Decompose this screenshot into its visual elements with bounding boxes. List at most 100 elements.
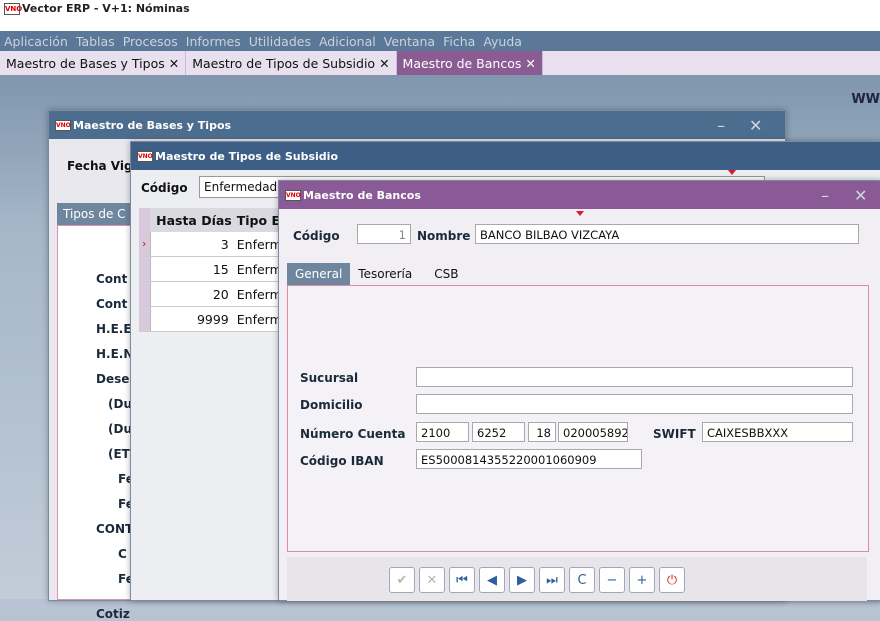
field-label: (Du [108,397,132,411]
menu-adicional[interactable]: Adicional [315,34,380,49]
column-header-tipo[interactable]: Tipo E [232,208,281,232]
cell-tipo[interactable]: Enferm [232,306,281,332]
menu-ventana[interactable]: Ventana [380,34,439,49]
cuenta-dc-field[interactable]: 18 [528,422,556,442]
field-label: CONT [96,522,134,536]
nombre-label: Nombre [417,229,471,243]
menu-ayuda[interactable]: Ayuda [479,34,526,49]
record-toolbar: ✔ ✕ ⏮ ◀ ▶ ⏭ C − + ⏻ [287,557,867,601]
tab-strip: General Tesorería CSB [287,263,466,285]
window-title: Maestro de Bancos [303,189,421,202]
menu-ficha[interactable]: Ficha [439,34,479,49]
cuenta-oficina-field[interactable]: 6252 [472,422,525,442]
cell-hasta-dias[interactable]: 3 [150,232,233,257]
required-marker [728,170,736,175]
sucursal-label: Sucursal [300,371,359,385]
row-selector-icon [139,256,151,282]
next-record-icon[interactable]: ▶ [509,567,535,593]
cell-tipo[interactable]: Enferm [232,256,281,282]
field-label: H.E.E [96,322,132,336]
cell-tipo[interactable]: Enferm [232,281,281,307]
minimize-icon[interactable]: – [821,186,829,205]
window-titlebar: VNO Maestro de Bancos – ✕ [279,181,880,209]
sucursal-field[interactable] [416,367,853,387]
menu-procesos[interactable]: Procesos [119,34,182,49]
doc-tab-tipos-subsidio[interactable]: Maestro de Tipos de Subsidio ✕ [186,51,397,75]
field-label: Dese [96,372,130,386]
menu-tablas[interactable]: Tablas [72,34,119,49]
minimize-icon[interactable]: – [717,116,725,135]
tab-tesoreria[interactable]: Tesorería [350,263,420,285]
domicilio-label: Domicilio [300,398,363,412]
field-label: (ET [108,447,130,461]
app-logo-icon: VNO [285,190,301,201]
cell-hasta-dias[interactable]: 9999 [150,306,233,332]
table-row[interactable]: 9999 Enferm [139,306,281,332]
field-label: Cont [96,272,128,286]
column-header-hasta-dias[interactable]: Hasta Días [150,208,233,232]
required-marker [576,211,584,216]
codigo-label: Código [141,181,188,195]
document-tabs: Maestro de Bases y Tipos ✕ Maestro de Ti… [0,51,880,75]
menu-aplicacion[interactable]: Aplicación [0,34,72,49]
cell-tipo[interactable]: Enferm [232,232,281,257]
table-row[interactable]: 15 Enferm [139,256,281,282]
power-exit-icon[interactable]: ⏻ [659,567,685,593]
menu-informes[interactable]: Informes [182,34,245,49]
row-selector-header [139,208,151,232]
close-icon[interactable]: ✕ [854,186,867,205]
window-titlebar: VNO Maestro de Tipos de Subsidio [131,142,880,170]
tab-panel-general: Sucursal Domicilio Número Cuenta 2100 62… [287,285,869,552]
doc-tab-bancos[interactable]: Maestro de Bancos ✕ [396,51,543,75]
field-label: C [118,547,127,561]
doc-tab-label: Maestro de Tipos de Subsidio [192,55,376,71]
last-record-icon[interactable]: ⏭ [539,567,565,593]
cell-hasta-dias[interactable]: 20 [150,281,233,307]
table-row[interactable]: 20 Enferm [139,281,281,307]
window-titlebar: VNO Maestro de Bases y Tipos – ✕ [49,111,785,139]
app-logo-icon: VNO [4,3,23,15]
tab-general[interactable]: General [287,263,351,285]
swift-label: SWIFT [653,427,696,441]
close-icon[interactable]: ✕ [169,56,179,71]
app-logo-icon: VNO [55,120,71,131]
fecha-vigencia-label: Fecha Vig [67,159,133,173]
accept-icon[interactable]: ✔ [389,567,415,593]
swift-field[interactable]: CAIXESBBXXX [702,422,853,442]
field-label: (Du [108,422,132,436]
cancel-icon[interactable]: ✕ [419,567,445,593]
field-label: Cotiz [96,607,130,621]
table-header: Hasta Días Tipo E [139,208,281,232]
app-logo-icon: VNO [137,151,153,162]
row-selector-icon [139,281,151,307]
close-icon[interactable]: ✕ [525,56,535,71]
cell-hasta-dias[interactable]: 15 [150,256,233,282]
codigo-label: Código [293,229,340,243]
row-selector-icon [139,306,151,332]
refresh-icon[interactable]: C [569,567,595,593]
delete-record-icon[interactable]: − [599,567,625,593]
app-titlebar: VNO Vector ERP - V+1: Nóminas [0,0,880,31]
close-icon[interactable]: ✕ [379,56,389,71]
field-label: Cont [96,297,128,311]
row-selector-icon: › [139,232,151,257]
tab-csb[interactable]: CSB [420,263,466,285]
iban-field[interactable]: ES5000814355220001060909 [416,449,642,469]
table-row[interactable]: › 3 Enferm [139,232,281,257]
domicilio-field[interactable] [416,394,853,414]
previous-record-icon[interactable]: ◀ [479,567,505,593]
codigo-field[interactable]: 1 [357,224,411,244]
menu-utilidades[interactable]: Utilidades [245,34,315,49]
window-body: Código 1 Nombre BANCO BILBAO VIZCAYA Gen… [279,209,880,601]
doc-tab-label: Maestro de Bancos [402,55,522,71]
add-record-icon[interactable]: + [629,567,655,593]
first-record-icon[interactable]: ⏮ [449,567,475,593]
window-title: Maestro de Bases y Tipos [73,119,232,132]
desktop-watermark-text: WW [851,92,880,107]
doc-tab-label: Maestro de Bases y Tipos [6,55,165,71]
close-icon[interactable]: ✕ [749,116,762,135]
nombre-field[interactable]: BANCO BILBAO VIZCAYA [475,224,859,244]
cuenta-entidad-field[interactable]: 2100 [416,422,469,442]
cuenta-numero-field[interactable]: 0200058921 [558,422,628,442]
doc-tab-bases-tipos[interactable]: Maestro de Bases y Tipos ✕ [0,51,187,75]
